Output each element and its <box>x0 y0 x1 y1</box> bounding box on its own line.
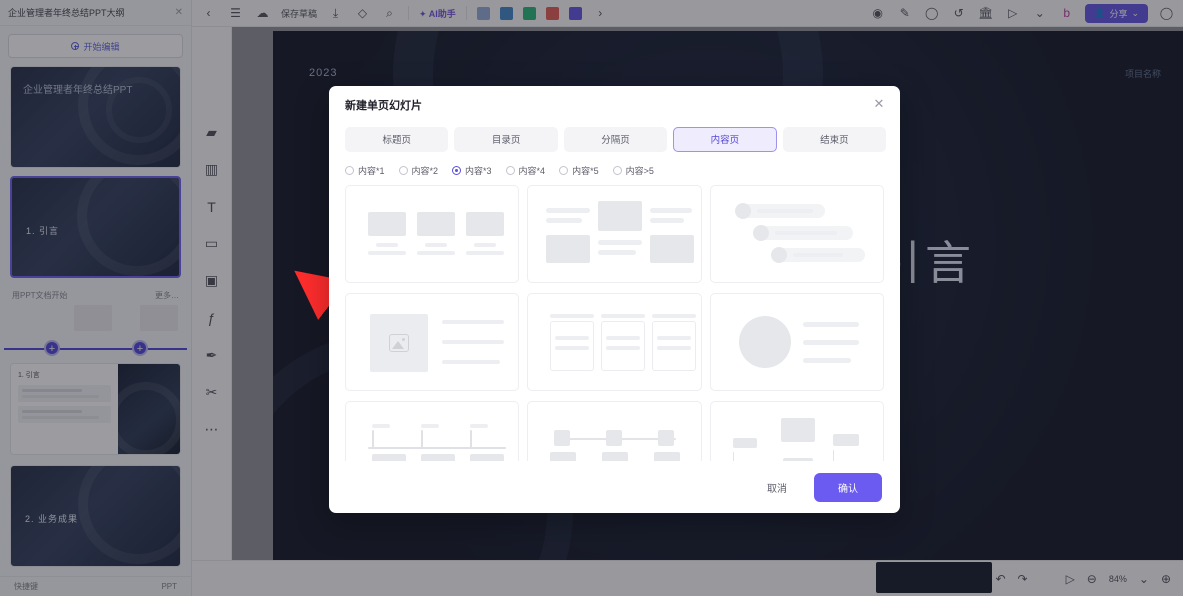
radio-label: 内容*4 <box>518 166 546 176</box>
radio-label: 内容*2 <box>411 166 439 176</box>
radio-icon <box>398 166 408 175</box>
template-card-timeline-arrow-blocks[interactable] <box>345 401 520 461</box>
template-card-three-panel-columns[interactable] <box>527 293 702 391</box>
template-card-image-left-text-right[interactable] <box>345 293 520 391</box>
tab-section-page[interactable]: 分隔页 <box>563 126 668 152</box>
radio-label: 内容*3 <box>465 166 492 176</box>
tab-toc-page[interactable]: 目录页 <box>454 126 558 152</box>
radio-content-5[interactable]: 内容*5 <box>559 164 599 177</box>
confirm-button[interactable]: 确认 <box>814 472 882 502</box>
image-placeholder-icon <box>389 334 409 352</box>
cancel-button[interactable]: 取消 <box>750 473 804 502</box>
radio-icon <box>345 166 354 175</box>
template-grid <box>329 183 900 461</box>
template-card-node-timeline-blocks[interactable] <box>527 401 702 461</box>
tab-end-page[interactable]: 结束页 <box>782 126 887 152</box>
radio-label: 内容>5 <box>625 166 654 176</box>
radio-icon <box>505 166 515 175</box>
app-root: 企业管理者年终总结PPT大纲 ✕ 开始编辑 企业管理者年终总结PPT 1. 引言… <box>0 0 1183 596</box>
template-card-staggered-pill-list[interactable] <box>709 185 884 283</box>
template-card-circle-left-text-right[interactable] <box>709 293 884 391</box>
radio-label: 内容*1 <box>358 166 385 176</box>
radio-icon-selected <box>452 166 462 175</box>
radio-content-3[interactable]: 内容*3 <box>452 164 492 177</box>
new-slide-dialog: 新建单页幻灯片 ✕ 标题页 目录页 分隔页 内容页 结束页 内容*1 内容*2 … <box>329 86 900 513</box>
tab-content-page[interactable]: 内容页 <box>673 126 777 152</box>
radio-icon <box>559 166 569 175</box>
radio-content-2[interactable]: 内容*2 <box>398 164 439 177</box>
dialog-footer: 取消 确认 <box>329 461 900 513</box>
dialog-title: 新建单页幻灯片 <box>345 100 422 112</box>
radio-label: 内容*5 <box>572 166 599 176</box>
close-icon[interactable]: ✕ <box>872 97 886 111</box>
template-card-three-column-image-caption[interactable] <box>345 185 520 283</box>
radio-content-4[interactable]: 内容*4 <box>505 164 546 177</box>
radio-content-1[interactable]: 内容*1 <box>345 164 385 177</box>
radio-icon <box>612 166 622 175</box>
template-card-mixed-layout-blocks[interactable] <box>709 401 884 461</box>
tab-title-page[interactable]: 标题页 <box>345 126 449 152</box>
dialog-tabs: 标题页 目录页 分隔页 内容页 结束页 <box>329 124 900 154</box>
template-card-mixed-blocks-grid[interactable] <box>527 185 702 283</box>
dialog-header: 新建单页幻灯片 ✕ <box>329 86 900 124</box>
radio-content-more[interactable]: 内容>5 <box>612 164 654 177</box>
content-count-radiogroup: 内容*1 内容*2 内容*3 内容*4 内容*5 内容>5 <box>329 154 900 183</box>
